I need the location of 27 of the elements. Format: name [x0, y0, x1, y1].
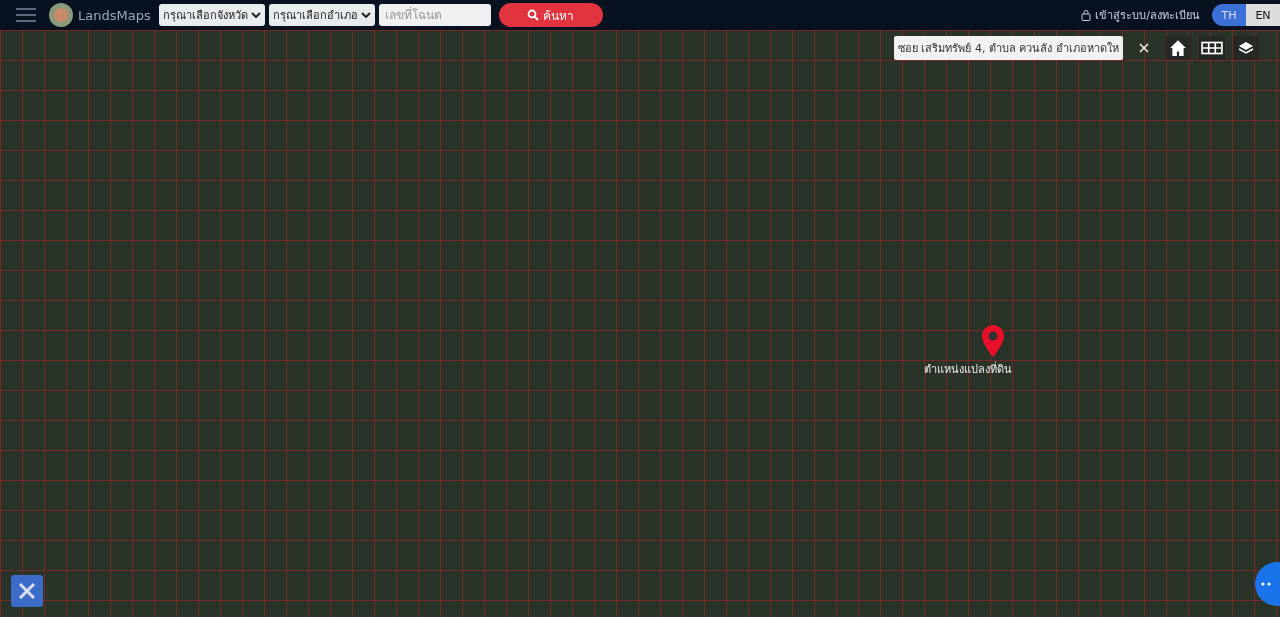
search-button[interactable]: ค้นหา: [498, 3, 603, 27]
district-select[interactable]: กรุณาเลือกอำเภอ: [268, 4, 375, 26]
search-icon: [527, 9, 540, 21]
home-icon: [1169, 39, 1187, 57]
language-tab[interactable]: EN: [1246, 4, 1280, 26]
logo-icon: [48, 2, 74, 28]
grid-icon: [1201, 41, 1223, 55]
location-pin-icon[interactable]: [981, 324, 1005, 358]
drawing-tools-button[interactable]: [11, 575, 43, 607]
layers-icon: [1238, 40, 1254, 56]
province-select[interactable]: กรุณาเลือกจังหวัด: [158, 4, 265, 26]
satellite-map-placeholder[interactable]: ซอย เสริมทรัพย์ 4, ตำบล ควนลัง อำเภอหาดให ตำแหน่งแปลงที่ดิน: [0, 30, 1280, 617]
chevron-down-icon: [250, 12, 261, 18]
logo-text: LandsMaps: [78, 7, 151, 23]
address-field[interactable]: ซอย เสริมทรัพย์ 4, ตำบล ควนลัง อำเภอหาดให: [894, 36, 1123, 60]
layers-button[interactable]: [1233, 36, 1259, 60]
close-icon[interactable]: [1139, 43, 1149, 53]
lock-icon: [1081, 9, 1092, 21]
deed-number-field[interactable]: เลขที่โฉนด: [378, 4, 491, 26]
grid-button[interactable]: [1199, 36, 1225, 60]
home-button[interactable]: [1165, 36, 1191, 60]
crossed-pencils-icon: [17, 581, 37, 601]
more-button[interactable]: [1255, 562, 1280, 606]
chevron-down-icon: [360, 12, 371, 18]
login-link[interactable]: เข้าสู่ระบบ/ลงทะเบียน: [1081, 6, 1200, 24]
marker-label: ตำแหน่งแปลงที่ดิน: [924, 360, 1012, 378]
menu-icon[interactable]: [16, 7, 36, 23]
